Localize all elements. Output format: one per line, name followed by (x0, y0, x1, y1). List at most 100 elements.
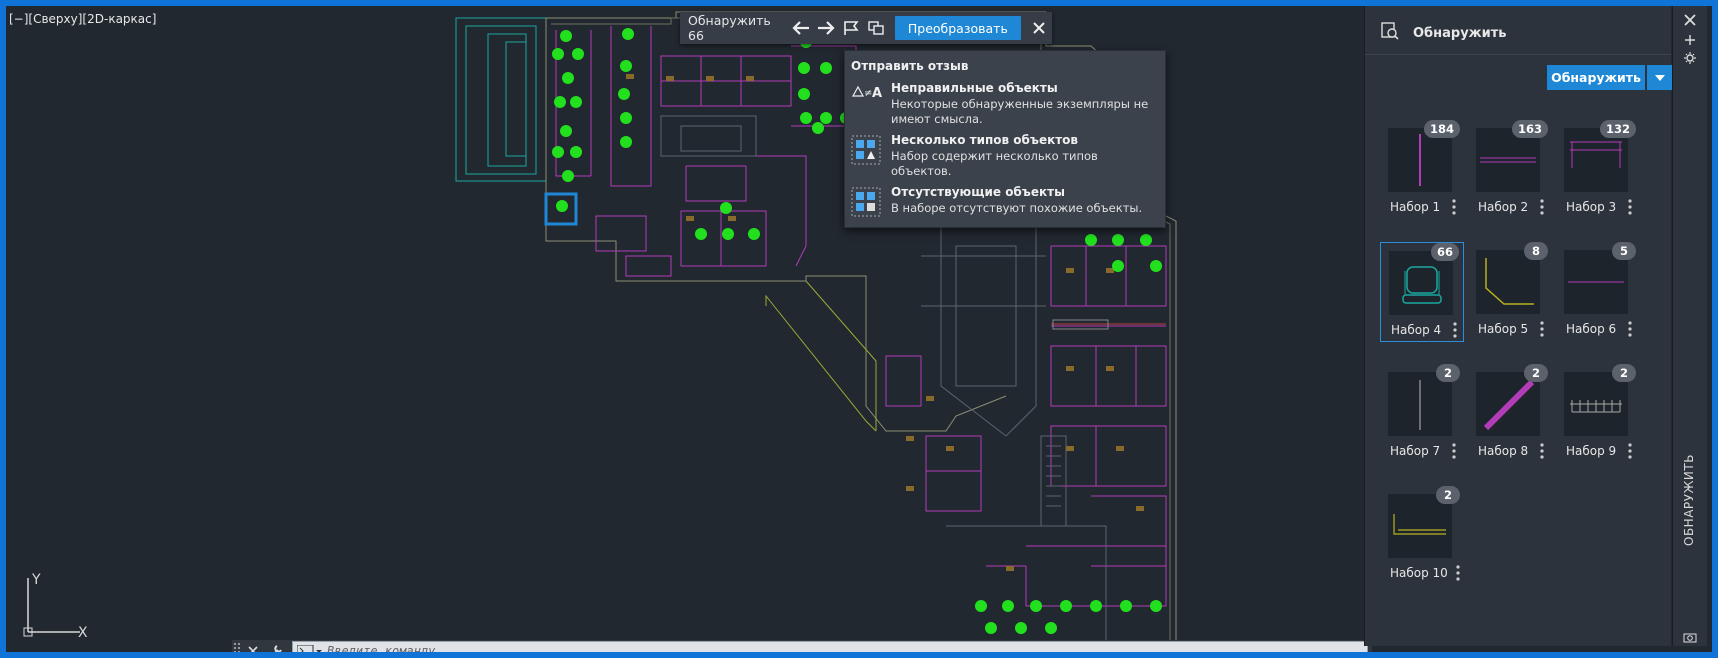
set-card[interactable]: 184 Набор 1 (1380, 120, 1464, 220)
more-options-icon[interactable] (1626, 198, 1634, 216)
set-name: Набор 4 (1391, 323, 1442, 337)
command-line-bar: Введите команду (232, 640, 1372, 652)
detected-marker (562, 170, 574, 182)
previous-button[interactable] (788, 14, 813, 42)
wrench-icon[interactable] (268, 643, 284, 652)
detected-marker (560, 125, 572, 137)
detected-marker (552, 146, 564, 158)
chevron-down-icon (1655, 74, 1665, 81)
set-card[interactable]: 8 Набор 5 (1468, 242, 1552, 342)
toolbar-close-button[interactable] (1027, 14, 1052, 42)
detected-marker (1002, 600, 1014, 612)
detected-marker (975, 600, 987, 612)
camera-icon[interactable] (1683, 631, 1697, 643)
detected-marker (562, 72, 574, 84)
detect-count-label: Обнаружить 66 (688, 13, 771, 43)
arrow-right-icon (817, 21, 835, 35)
grip-handle-icon[interactable] (234, 643, 240, 652)
palette-title: Обнаружить (1413, 26, 1507, 41)
detected-marker (748, 228, 760, 240)
more-options-icon[interactable] (1450, 198, 1458, 216)
detected-marker (618, 88, 630, 100)
detected-marker (720, 202, 732, 214)
detected-marker (620, 112, 632, 124)
ucs-y-label: Y (31, 572, 41, 588)
detected-marker (1120, 600, 1132, 612)
next-button[interactable] (813, 14, 838, 42)
close-command-line-icon[interactable] (248, 646, 258, 652)
more-options-icon[interactable] (1538, 198, 1546, 216)
set-card[interactable]: 2 Набор 9 (1556, 364, 1640, 464)
feedback-item-heading: Отсутствующие объекты (891, 185, 1065, 199)
ucs-icon: Y X (23, 572, 88, 640)
more-options-icon[interactable] (1538, 442, 1546, 460)
set-count-badge: 2 (1436, 364, 1460, 382)
set-count-badge: 2 (1436, 486, 1460, 504)
detected-marker (622, 28, 634, 40)
detected-marker (1060, 600, 1072, 612)
set-card[interactable]: 66 Набор 4 (1380, 242, 1464, 342)
feedback-item-heading: Несколько типов объектов (891, 133, 1079, 147)
feedback-item-desc: В наборе отсутствуют похожие объекты. (891, 201, 1143, 215)
svg-text:A: A (872, 86, 882, 101)
detected-marker (570, 146, 582, 158)
set-count-badge: 184 (1423, 120, 1460, 138)
more-options-icon[interactable] (1451, 321, 1459, 339)
detect-button[interactable]: Обнаружить (1547, 65, 1645, 90)
detected-marker (1045, 622, 1057, 634)
detected-marker (798, 88, 810, 100)
set-card[interactable]: 163 Набор 2 (1468, 120, 1552, 220)
more-options-icon[interactable] (1538, 320, 1546, 338)
detected-marker (1112, 234, 1124, 246)
detected-marker (820, 112, 832, 124)
detected-marker (1090, 600, 1102, 612)
set-count-badge: 5 (1612, 242, 1636, 260)
detected-marker (800, 112, 812, 124)
feedback-item-desc: Некоторые обнаруженные экземпляры не име… (891, 97, 1149, 126)
set-count-badge: 163 (1511, 120, 1548, 138)
set-card[interactable]: 132 Набор 3 (1556, 120, 1640, 220)
convert-button[interactable]: Преобразовать (894, 16, 1021, 40)
feedback-button[interactable] (839, 14, 864, 42)
set-card[interactable]: 2 Набор 7 (1380, 364, 1464, 464)
detect-dropdown-button[interactable] (1647, 65, 1673, 90)
detected-marker (820, 62, 832, 74)
detected-marker (1085, 234, 1097, 246)
detected-marker (1150, 260, 1162, 272)
command-input[interactable]: Введите команду (292, 641, 1368, 652)
select-instances-button[interactable] (864, 14, 889, 42)
viewport-label[interactable]: [−][Сверху][2D-каркас] (9, 12, 156, 26)
detected-marker (570, 96, 582, 108)
set-count-badge: 2 (1524, 364, 1548, 382)
set-count-badge: 132 (1599, 120, 1636, 138)
more-options-icon[interactable] (1626, 320, 1634, 338)
ucs-x-label: X (78, 625, 88, 640)
set-card[interactable]: 2 Набор 8 (1468, 364, 1552, 464)
settings-icon[interactable] (1684, 52, 1696, 64)
command-placeholder: Введите команду (327, 644, 436, 652)
missing-objects-icon (851, 187, 881, 217)
set-name: Набор 6 (1566, 322, 1617, 336)
set-name: Набор 1 (1390, 200, 1441, 214)
pin-icon[interactable] (1684, 34, 1696, 46)
feedback-item-heading: Неправильные объекты (891, 81, 1058, 95)
palette-close-icon[interactable] (1684, 14, 1696, 26)
detected-marker (620, 136, 632, 148)
close-icon (1033, 22, 1046, 34)
more-options-icon[interactable] (1626, 442, 1634, 460)
detected-marker (572, 48, 584, 60)
feedback-title: Отправить отзыв (851, 59, 969, 73)
command-prompt-icon[interactable] (297, 645, 323, 652)
more-options-icon[interactable] (1454, 564, 1462, 582)
set-card[interactable]: 5 Набор 6 (1556, 242, 1640, 342)
set-count-badge: 8 (1524, 242, 1548, 260)
arrow-left-icon (792, 21, 809, 35)
flag-icon (844, 21, 859, 35)
set-count-badge: 2 (1612, 364, 1636, 382)
set-card[interactable]: 2 Набор 10 (1380, 486, 1464, 586)
more-options-icon[interactable] (1450, 442, 1458, 460)
detected-marker (556, 200, 568, 212)
palette-header: Обнаружить (1365, 6, 1671, 55)
detected-marker (552, 48, 564, 60)
detected-marker (1015, 622, 1027, 634)
